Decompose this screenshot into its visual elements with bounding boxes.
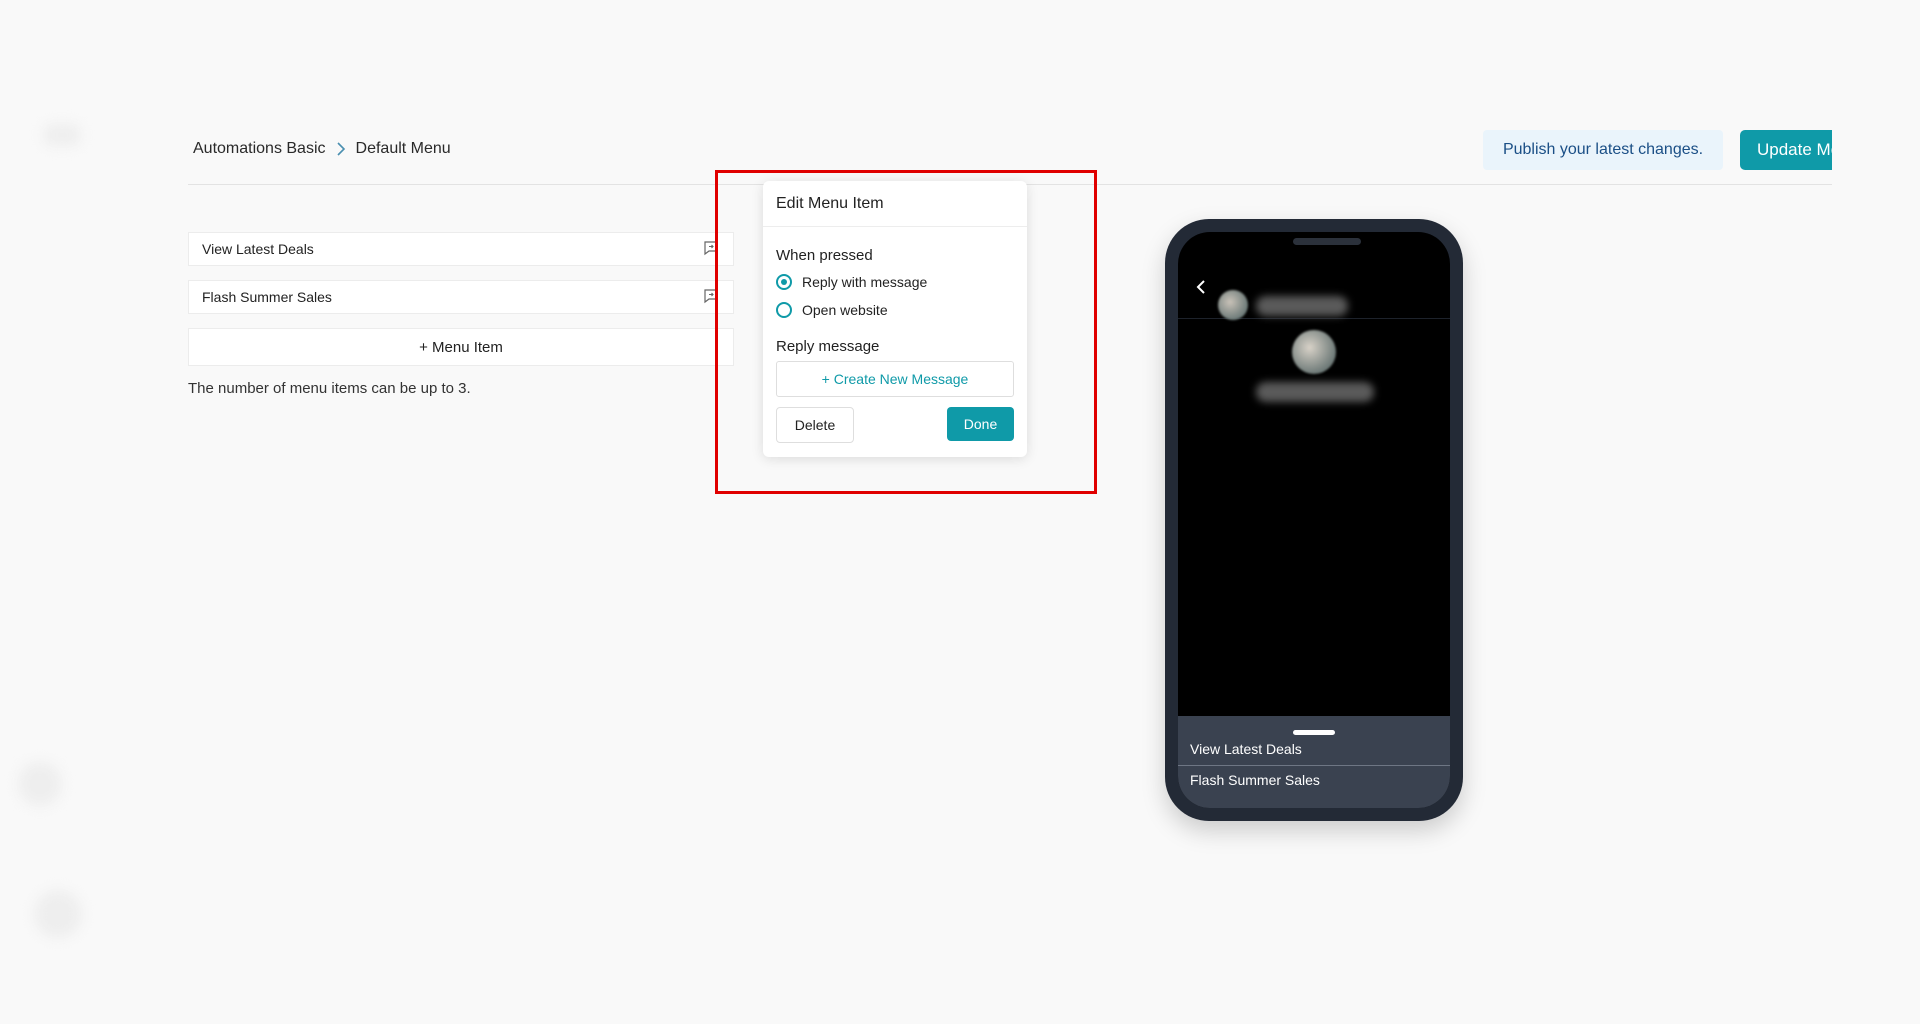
menu-item-row[interactable]: View Latest Deals	[188, 232, 734, 266]
chevron-right-icon	[336, 141, 346, 157]
preview-menu-item: View Latest Deals	[1190, 741, 1302, 757]
publish-notice: Publish your latest changes.	[1483, 130, 1723, 170]
popover-title: Edit Menu Item	[763, 181, 1027, 227]
edit-menu-item-popover: Edit Menu Item When pressed Reply with m…	[763, 181, 1027, 457]
sheet-divider	[1178, 765, 1450, 766]
option-label: Reply with message	[802, 274, 928, 290]
sidebar-help-icon[interactable]	[34, 890, 82, 938]
menu-limit-hint: The number of menu items can be up to 3.	[188, 380, 471, 397]
when-pressed-label: When pressed	[776, 247, 873, 264]
menu-item-list: View Latest Deals Flash Summer Sales + M…	[188, 232, 734, 366]
menu-item-label: View Latest Deals	[202, 241, 314, 257]
create-new-message-button[interactable]: + Create New Message	[776, 361, 1014, 397]
sidebar-logo	[44, 124, 80, 146]
radio-unselected-icon[interactable]	[776, 302, 792, 318]
menu-item-row[interactable]: Flash Summer Sales	[188, 280, 734, 314]
option-label: Open website	[802, 302, 888, 318]
menu-item-label: Flash Summer Sales	[202, 289, 332, 305]
breadcrumb-current: Default Menu	[355, 140, 451, 157]
reply-message-label: Reply message	[776, 338, 880, 355]
blurred-display-name	[1256, 382, 1374, 402]
persistent-menu-sheet: View Latest Deals Flash Summer Sales	[1178, 716, 1450, 808]
add-menu-item-button[interactable]: + Menu Item	[188, 328, 734, 366]
breadcrumb-automations[interactable]: Automations Basic	[193, 140, 326, 158]
phone-screen: View Latest Deals Flash Summer Sales	[1178, 232, 1450, 808]
profile-avatar-large	[1292, 330, 1336, 374]
update-menu-button[interactable]: Update Me	[1740, 130, 1832, 170]
chat-header	[1178, 256, 1450, 320]
profile-avatar	[1218, 290, 1248, 320]
breadcrumb: Automations Basic Default Menu	[193, 140, 451, 158]
option-reply-with-message[interactable]: Reply with message	[776, 268, 1014, 296]
blurred-username	[1256, 296, 1348, 316]
preview-menu-item: Flash Summer Sales	[1190, 772, 1320, 788]
delete-button[interactable]: Delete	[776, 407, 854, 443]
option-open-website[interactable]: Open website	[776, 296, 1014, 324]
back-arrow-icon	[1196, 280, 1206, 299]
phone-preview: View Latest Deals Flash Summer Sales	[1165, 219, 1463, 821]
sheet-handle	[1293, 730, 1335, 735]
phone-notch	[1293, 238, 1361, 245]
done-button[interactable]: Done	[947, 407, 1014, 441]
sidebar-avatar[interactable]	[18, 762, 62, 806]
left-rail	[0, 0, 178, 1024]
radio-selected-icon[interactable]	[776, 274, 792, 290]
